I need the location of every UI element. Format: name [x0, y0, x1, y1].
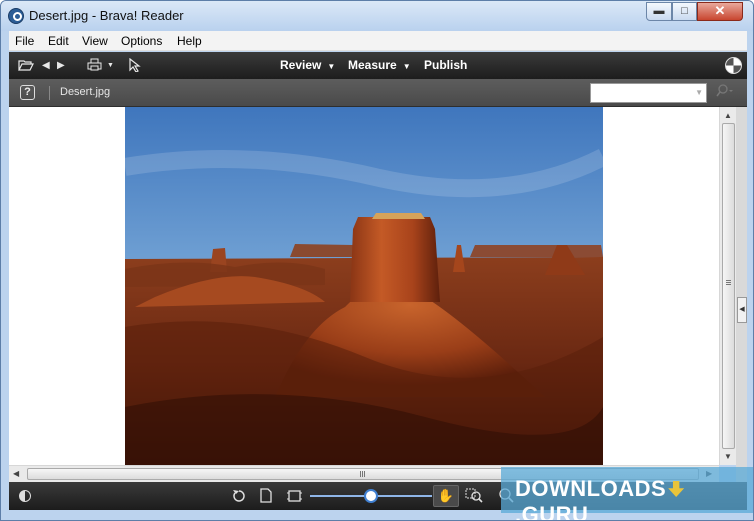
watermark-text: DOWNLOADS.GURU: [515, 476, 753, 521]
watermark: DOWNLOADS.GURU: [501, 467, 753, 520]
chevron-down-icon: ▼: [327, 62, 336, 71]
help-icon[interactable]: ?: [20, 85, 35, 100]
scroll-up-icon[interactable]: ▲: [724, 111, 732, 120]
print-icon[interactable]: [87, 52, 102, 79]
vertical-scroll-thumb[interactable]: [722, 123, 735, 449]
search-dropdown-icon[interactable]: ▼: [695, 88, 703, 97]
folder-open-icon[interactable]: [18, 52, 34, 79]
measure-menu[interactable]: Measure ▼: [348, 52, 411, 80]
fit-page-icon[interactable]: [287, 482, 302, 510]
menu-file[interactable]: File: [15, 34, 34, 48]
side-panel-handle: ◀: [736, 107, 747, 482]
menu-bar: File Edit View Options Help: [9, 31, 747, 51]
zoom-slider-knob[interactable]: [364, 489, 378, 503]
arrow-left-icon[interactable]: ◀: [42, 52, 50, 79]
close-button[interactable]: ✕: [697, 2, 743, 21]
desert-image: [125, 107, 603, 465]
divider: [49, 86, 50, 100]
scroll-left-icon[interactable]: ◀: [13, 469, 19, 478]
title-bar: Desert.jpg - Brava! Reader ▬ □ ✕: [1, 1, 753, 31]
contrast-icon[interactable]: [19, 490, 31, 502]
search-input[interactable]: ▼: [590, 83, 707, 103]
document-tab[interactable]: Desert.jpg: [60, 86, 110, 98]
minimize-button[interactable]: ▬: [646, 2, 672, 21]
menu-options[interactable]: Options: [121, 34, 162, 48]
expand-panel-icon[interactable]: ◀: [737, 297, 747, 323]
grip-icon: [726, 280, 731, 281]
document-viewport[interactable]: [9, 107, 719, 465]
watermark-text-downloads: DOWNLOADS: [515, 476, 667, 501]
vertical-scrollbar[interactable]: ▲ ▼: [719, 107, 736, 465]
rotate-icon[interactable]: [232, 482, 246, 510]
brava-app-icon: [8, 8, 24, 24]
review-label: Review: [280, 58, 322, 72]
hand-icon[interactable]: ✋: [433, 485, 459, 507]
grip-icon: [360, 471, 361, 477]
app-window: Desert.jpg - Brava! Reader ▬ □ ✕ File Ed…: [0, 0, 754, 521]
scroll-down-icon[interactable]: ▼: [724, 452, 732, 461]
watermark-text-guru: .GURU: [515, 502, 589, 521]
maximize-button[interactable]: □: [672, 2, 697, 21]
measure-label: Measure: [348, 58, 397, 72]
cursor-icon[interactable]: [129, 52, 141, 79]
page-icon[interactable]: [260, 482, 272, 510]
brava-logo-icon: [725, 57, 742, 74]
chevron-down-icon: ▼: [402, 62, 411, 71]
review-menu[interactable]: Review ▼: [280, 52, 335, 80]
menu-help[interactable]: Help: [177, 34, 202, 48]
window-title: Desert.jpg - Brava! Reader: [29, 8, 184, 23]
main-toolbar: ◀ ▶ ▼ Review ▼ Measure ▼ Publish: [9, 52, 747, 79]
document-tab-bar: ? Desert.jpg ▼: [9, 79, 747, 107]
search-icon[interactable]: [715, 84, 733, 101]
publish-button[interactable]: Publish: [424, 52, 467, 79]
arrow-right-icon[interactable]: ▶: [57, 52, 65, 79]
download-arrow-icon: [668, 481, 685, 497]
zoom-region-icon[interactable]: [465, 482, 483, 510]
menu-edit[interactable]: Edit: [48, 34, 69, 48]
print-dropdown-icon[interactable]: ▼: [107, 52, 114, 79]
menu-view[interactable]: View: [82, 34, 108, 48]
